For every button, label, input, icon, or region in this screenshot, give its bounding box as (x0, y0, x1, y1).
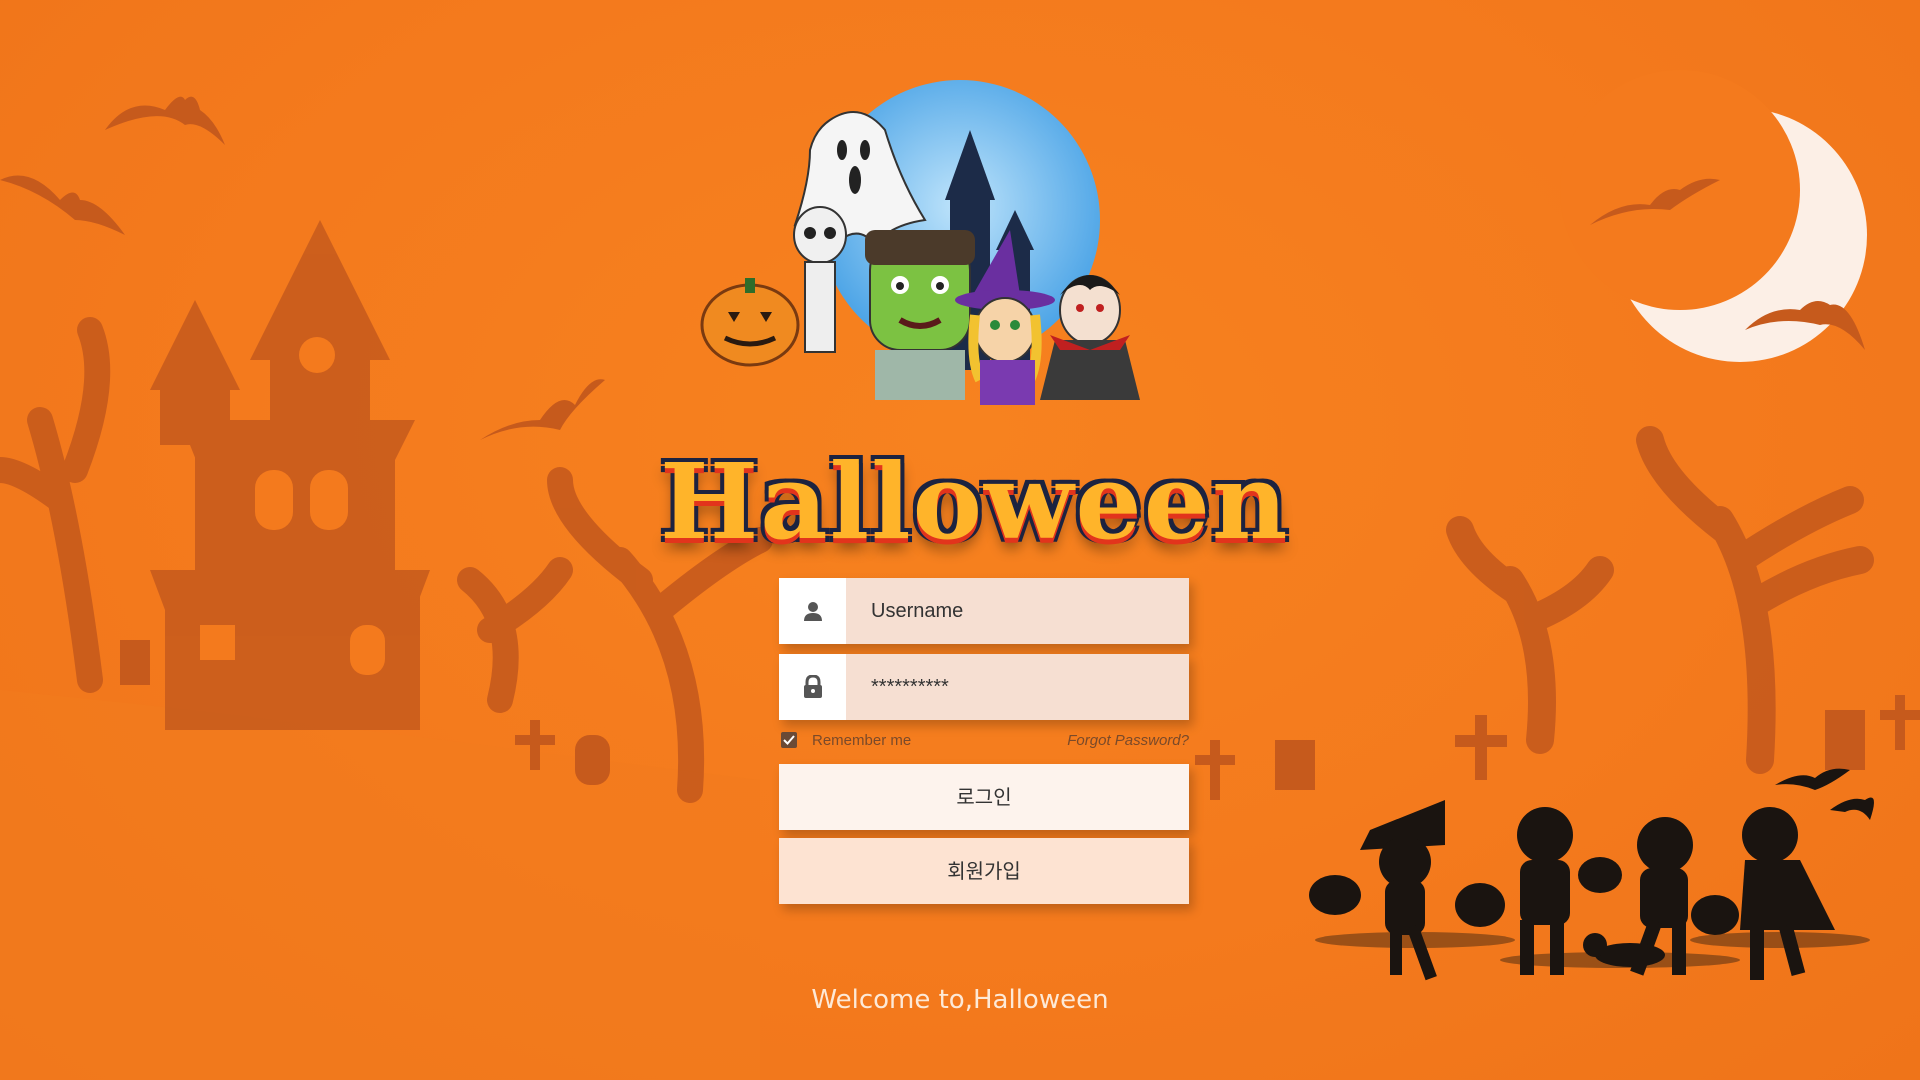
check-icon (783, 735, 795, 745)
login-button[interactable]: 로그인 (779, 764, 1189, 830)
haunted-house-silhouette (150, 220, 430, 730)
username-input[interactable]: Username (871, 578, 963, 644)
login-form: Username ********** Remember me Forgot P… (779, 578, 1189, 904)
tree-silhouettes-right (1446, 426, 1874, 774)
signup-button[interactable]: 회원가입 (779, 838, 1189, 904)
trick-or-treat-kids-silhouette (1309, 768, 1874, 981)
login-options-row: Remember me Forgot Password? (779, 728, 1189, 756)
pumpkin-character (700, 278, 800, 367)
remember-me-checkbox[interactable] (781, 732, 797, 748)
logo-title: Halloween (660, 440, 1290, 563)
welcome-text: Welcome to,Halloween (811, 985, 1109, 1015)
remember-me-label[interactable]: Remember me (812, 732, 911, 749)
password-field[interactable]: ********** (779, 654, 1189, 720)
password-input[interactable]: ********** (871, 654, 949, 720)
ground-hill-left (0, 690, 760, 1080)
user-icon (779, 578, 846, 644)
frankenstein-character (865, 230, 975, 400)
lock-icon (779, 654, 846, 720)
halloween-logo: Halloween (660, 50, 1288, 563)
forgot-password-link[interactable]: Forgot Password? (1067, 732, 1189, 749)
username-field[interactable]: Username (779, 578, 1189, 644)
